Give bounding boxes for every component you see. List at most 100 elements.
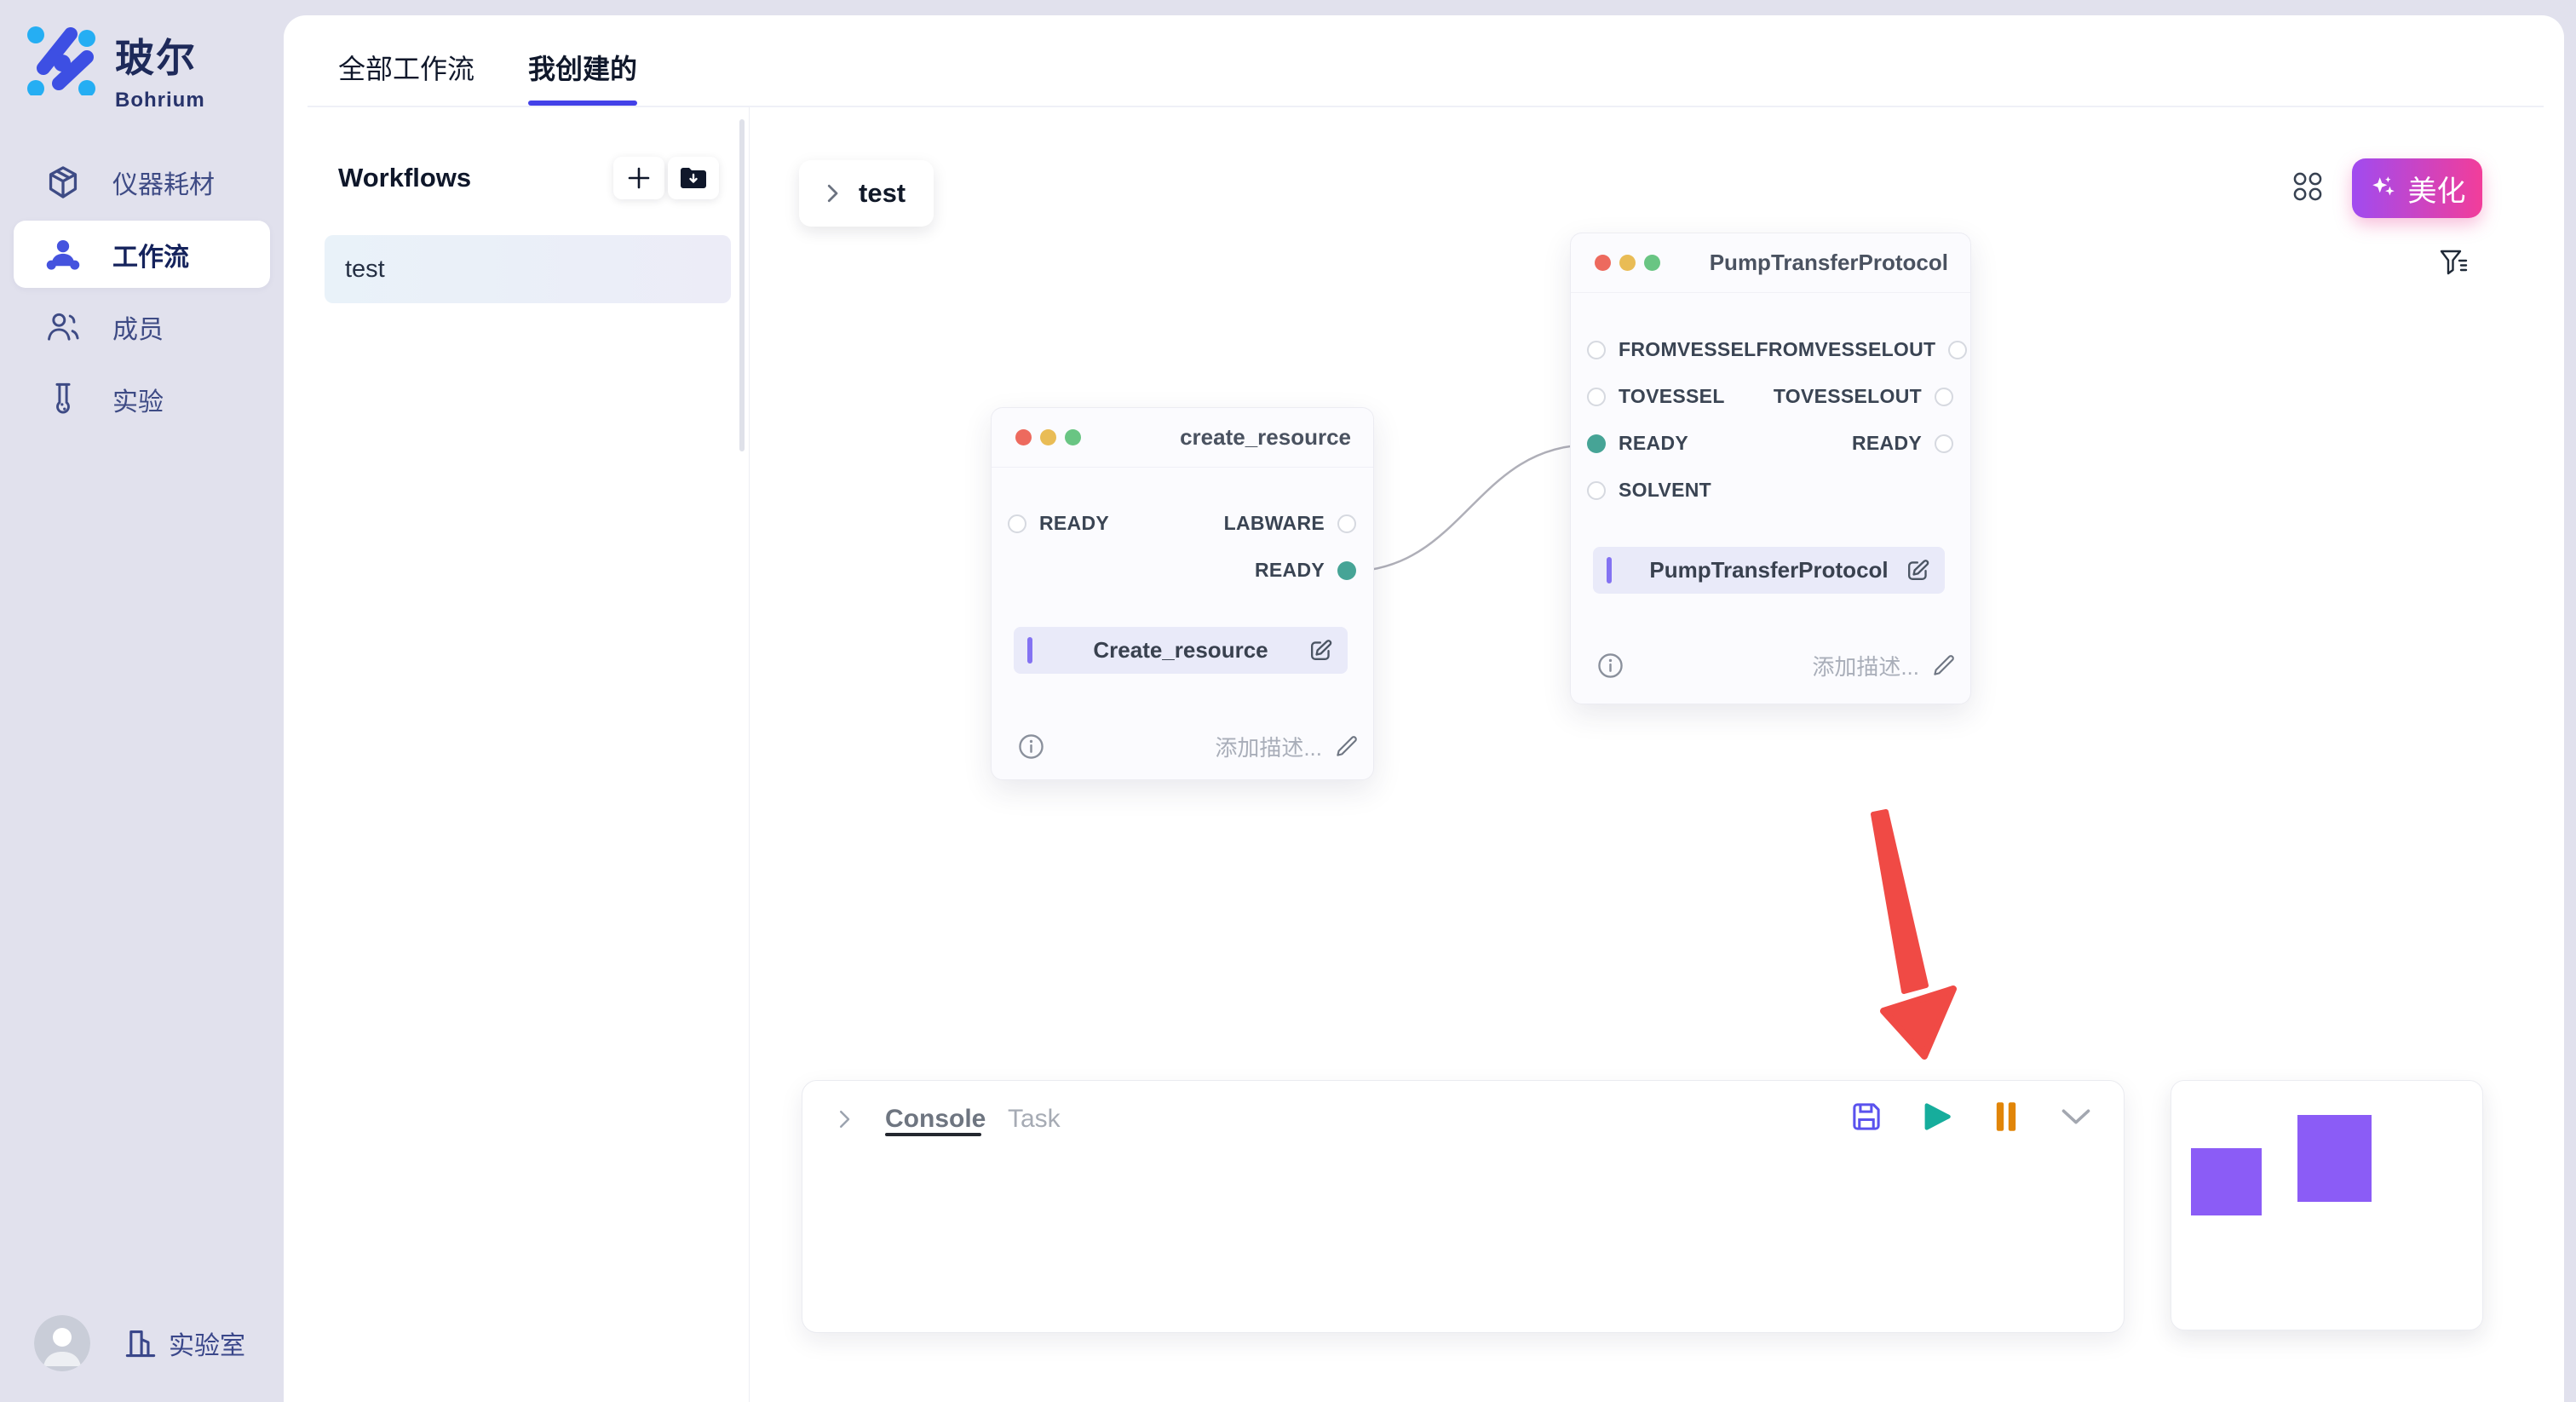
workflows-scrollbar-thumb[interactable]: [739, 119, 745, 451]
save-icon: [1849, 1100, 1883, 1134]
chevron-right-icon: [819, 181, 845, 206]
edit-icon[interactable]: [1308, 637, 1334, 664]
chevron-down-icon: [2060, 1105, 2092, 1129]
traffic-dot-red: [1015, 429, 1032, 445]
brand-logo[interactable]: 玻尔 Bohrium: [25, 24, 205, 112]
port-label: READY: [1619, 432, 1688, 455]
port-out-ready[interactable]: [1337, 561, 1356, 580]
node-footer: 添加描述...: [1596, 640, 1957, 691]
bohrium-logo-icon: [25, 24, 96, 95]
collapse-panel-button[interactable]: [2059, 1100, 2093, 1134]
save-button[interactable]: [1849, 1100, 1883, 1134]
test-tube-icon: [44, 381, 82, 418]
play-icon: [1920, 1100, 1952, 1133]
brand-name: 玻尔: [115, 27, 205, 83]
tab-all-workflows[interactable]: 全部工作流: [338, 48, 474, 87]
workflow-list-item[interactable]: test: [325, 235, 731, 303]
port-out-fromvesselout[interactable]: [1948, 341, 1967, 359]
port-label: TOVESSEL: [1619, 385, 1725, 408]
run-button[interactable]: [1919, 1100, 1953, 1134]
port-in-ready[interactable]: [1587, 434, 1606, 453]
breadcrumb-label: test: [859, 178, 906, 209]
sidebar-nav: 仪器耗材 工作流 成员 实验: [0, 143, 284, 438]
port-label: TOVESSELOUT: [1774, 385, 1922, 408]
console-tab[interactable]: Console: [885, 1105, 986, 1134]
port-in-solvent[interactable]: [1587, 481, 1606, 500]
import-folder-button[interactable]: [668, 157, 719, 199]
sidebar-item-members[interactable]: 成员: [14, 293, 270, 360]
port-in-tovessel[interactable]: [1587, 388, 1606, 406]
port-in-ready[interactable]: [1008, 514, 1026, 533]
workflows-title: Workflows: [338, 163, 471, 193]
members-icon: [44, 308, 82, 346]
sidebar-item-label: 实验: [112, 381, 164, 418]
filter-button[interactable]: [2438, 248, 2469, 279]
avatar[interactable]: [34, 1315, 90, 1371]
traffic-dot-green: [1644, 255, 1660, 271]
info-icon[interactable]: [1017, 733, 1045, 761]
pencil-icon[interactable]: [1334, 733, 1360, 759]
traffic-dots: [1595, 255, 1660, 271]
console-panel: Console Task: [802, 1080, 2125, 1333]
sidebar-item-label: 成员: [112, 308, 164, 346]
breadcrumb[interactable]: test: [799, 160, 934, 227]
port-label: FROMVESSELOUT: [1756, 338, 1935, 361]
action-accent-bar: [1607, 557, 1612, 583]
command-icon: [2291, 170, 2324, 203]
task-tab[interactable]: Task: [1008, 1105, 1061, 1134]
sidebar-footer: 实验室: [34, 1315, 245, 1371]
workspace-selector[interactable]: 实验室: [124, 1324, 245, 1362]
port-in-fromvessel[interactable]: [1587, 341, 1606, 359]
node-create-resource[interactable]: create_resource READY LABWARE READY: [991, 407, 1374, 780]
description-placeholder[interactable]: 添加描述...: [1215, 731, 1322, 762]
sidebar-item-workflow[interactable]: 工作流: [14, 221, 270, 288]
port-label: LABWARE: [1224, 512, 1325, 535]
console-expand-icon[interactable]: [831, 1106, 857, 1132]
building-icon: [124, 1328, 157, 1359]
traffic-dots: [1015, 429, 1081, 445]
node-footer: 添加描述...: [1017, 721, 1360, 772]
node-action-button[interactable]: Create_resource: [1014, 627, 1348, 674]
node-header: PumpTransferProtocol: [1571, 233, 1970, 293]
port-label: READY: [1852, 432, 1922, 455]
sidebar-item-label: 工作流: [112, 236, 189, 273]
beautify-button[interactable]: 美化: [2352, 158, 2482, 218]
sidebar-item-consumables[interactable]: 仪器耗材: [14, 148, 270, 215]
traffic-dot-red: [1595, 255, 1611, 271]
node-ports: READY LABWARE READY: [992, 468, 1373, 594]
node-header: create_resource: [992, 408, 1373, 468]
app-root: 玻尔 Bohrium 仪器耗材 工作流 成员: [0, 0, 2576, 1402]
port-out-tovesselout[interactable]: [1935, 388, 1953, 406]
node-title: PumpTransferProtocol: [1710, 250, 1948, 276]
node-title: create_resource: [1180, 424, 1351, 451]
plus-icon: [625, 164, 653, 192]
traffic-dot-yellow: [1619, 255, 1636, 271]
minimap-node-pump: [2297, 1115, 2372, 1202]
node-pump-transfer-protocol[interactable]: PumpTransferProtocol FROMVESSEL FROMVESS…: [1570, 233, 1971, 704]
port-out-ready[interactable]: [1935, 434, 1953, 453]
info-icon[interactable]: [1596, 652, 1624, 680]
filter-funnel-icon: [2438, 248, 2469, 279]
description-placeholder[interactable]: 添加描述...: [1812, 650, 1919, 681]
minimap-node-create-resource: [2191, 1148, 2262, 1215]
pause-icon: [1993, 1100, 2019, 1133]
port-out-labware[interactable]: [1337, 514, 1356, 533]
node-action-button[interactable]: PumpTransferProtocol: [1593, 547, 1945, 594]
minimap[interactable]: [2171, 1080, 2483, 1330]
sidebar-item-experiments[interactable]: 实验: [14, 365, 270, 433]
port-label: SOLVENT: [1619, 479, 1711, 502]
sidebar-item-label: 仪器耗材: [112, 164, 215, 201]
tab-created-by-me[interactable]: 我创建的: [528, 48, 637, 87]
pencil-icon[interactable]: [1931, 652, 1957, 678]
traffic-dot-yellow: [1040, 429, 1056, 445]
action-label: PumpTransferProtocol: [1649, 557, 1888, 583]
pause-button[interactable]: [1989, 1100, 2023, 1134]
header-tabbar: 全部工作流 我创建的: [284, 15, 2564, 106]
action-accent-bar: [1027, 637, 1032, 664]
port-label: READY: [1039, 512, 1109, 535]
add-workflow-button[interactable]: [613, 157, 664, 199]
edit-icon[interactable]: [1905, 557, 1931, 583]
team-icon: [44, 236, 82, 273]
command-palette-button[interactable]: [2291, 170, 2324, 203]
node-ports: FROMVESSEL FROMVESSELOUT TOVESSEL TOVESS…: [1571, 293, 1970, 514]
